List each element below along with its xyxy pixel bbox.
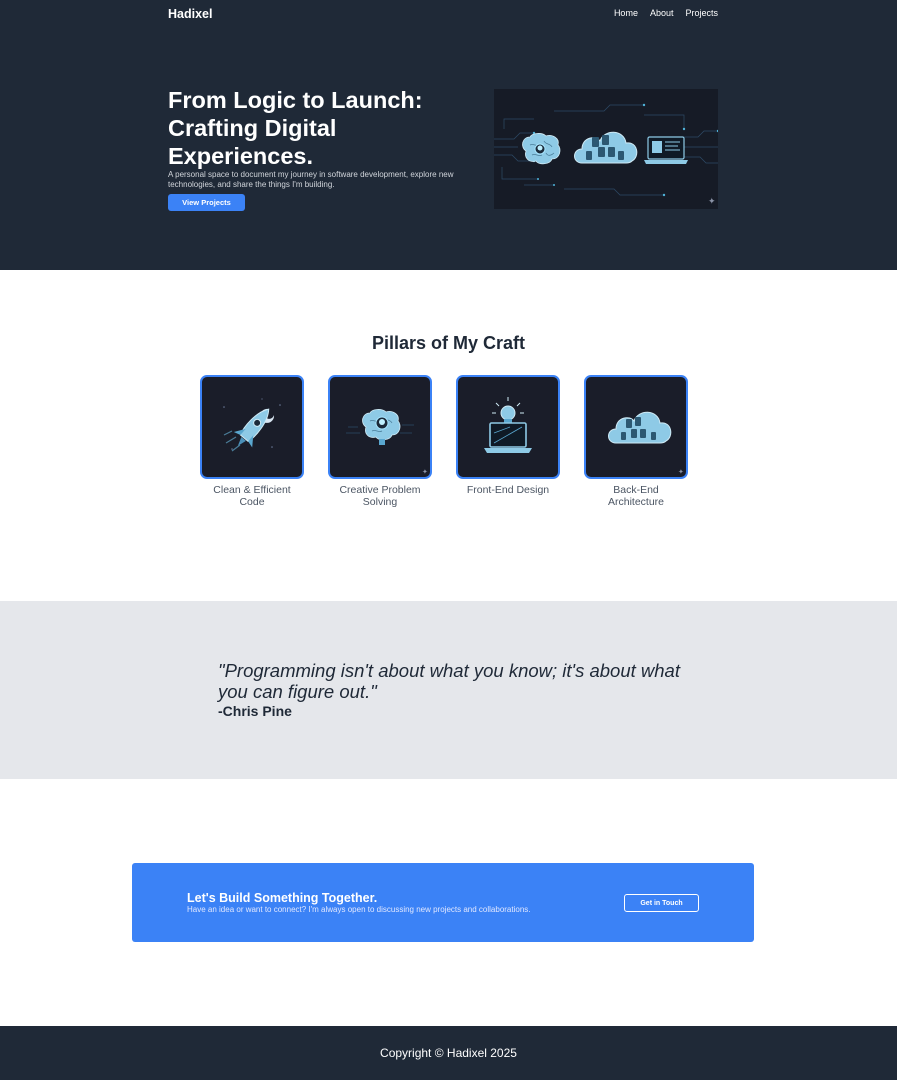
- cta-banner: Let's Build Something Together. Have an …: [132, 863, 754, 942]
- pillar-tile: [200, 375, 304, 479]
- pillar-tile: ✦: [328, 375, 432, 479]
- cta-title: Let's Build Something Together.: [187, 891, 378, 905]
- pillar-label: Creative Problem Solving: [339, 484, 421, 508]
- pillars-title: Pillars of My Craft: [371, 333, 526, 353]
- nav-link-home[interactable]: Home: [614, 8, 638, 18]
- pillar-tile: ✦: [584, 375, 688, 479]
- pillar-card-problem-solving: ✦ Creative Problem Solving: [328, 375, 432, 508]
- sparkle-icon: ✦: [708, 197, 716, 207]
- hero-illustration: ✦: [494, 89, 718, 209]
- copyright-text: Copyright © Hadixel 2025: [380, 1046, 517, 1060]
- pillar-tile: [456, 375, 560, 479]
- brand-logo[interactable]: Hadixel: [168, 7, 212, 21]
- sparkle-icon: ✦: [678, 468, 684, 476]
- laptop-lightbulb-icon: [484, 397, 532, 453]
- pillar-label: Front-End Design: [466, 484, 550, 496]
- cloud-server-icon: ✦: [608, 411, 684, 476]
- hero-subtitle: A personal space to document my journey …: [168, 170, 454, 189]
- pillar-label: Back-End Architecture: [607, 484, 665, 508]
- pillar-card-front-end: Front-End Design: [456, 375, 560, 496]
- quote-author: -Chris Pine: [218, 703, 292, 719]
- cta-subtitle: Have an idea or want to connect? I'm alw…: [187, 905, 531, 914]
- sparkle-icon: ✦: [422, 468, 428, 476]
- nav-link-projects[interactable]: Projects: [685, 8, 718, 18]
- main-nav: Home About Projects: [614, 8, 718, 18]
- pillar-label: Clean & Efficient Code: [213, 484, 291, 508]
- view-projects-button[interactable]: View Projects: [168, 194, 245, 211]
- hero-section: Hadixel Home About Projects From Logic t…: [0, 0, 897, 270]
- brain-lightbulb-icon: ✦: [346, 409, 428, 476]
- get-in-touch-button[interactable]: Get in Touch: [624, 894, 699, 912]
- footer: Copyright © Hadixel 2025: [0, 1026, 897, 1080]
- hero-title: From Logic to Launch: Crafting Digital E…: [168, 87, 423, 169]
- nav-link-about[interactable]: About: [650, 8, 674, 18]
- quote-text: "Programming isn't about what you know; …: [218, 660, 680, 702]
- pillar-card-clean-code: Clean & Efficient Code: [200, 375, 304, 508]
- pillar-card-back-end: ✦ Back-End Architecture: [584, 375, 688, 508]
- rocket-icon: [223, 398, 281, 452]
- brain-cloud-laptop-icon: ✦: [494, 89, 718, 209]
